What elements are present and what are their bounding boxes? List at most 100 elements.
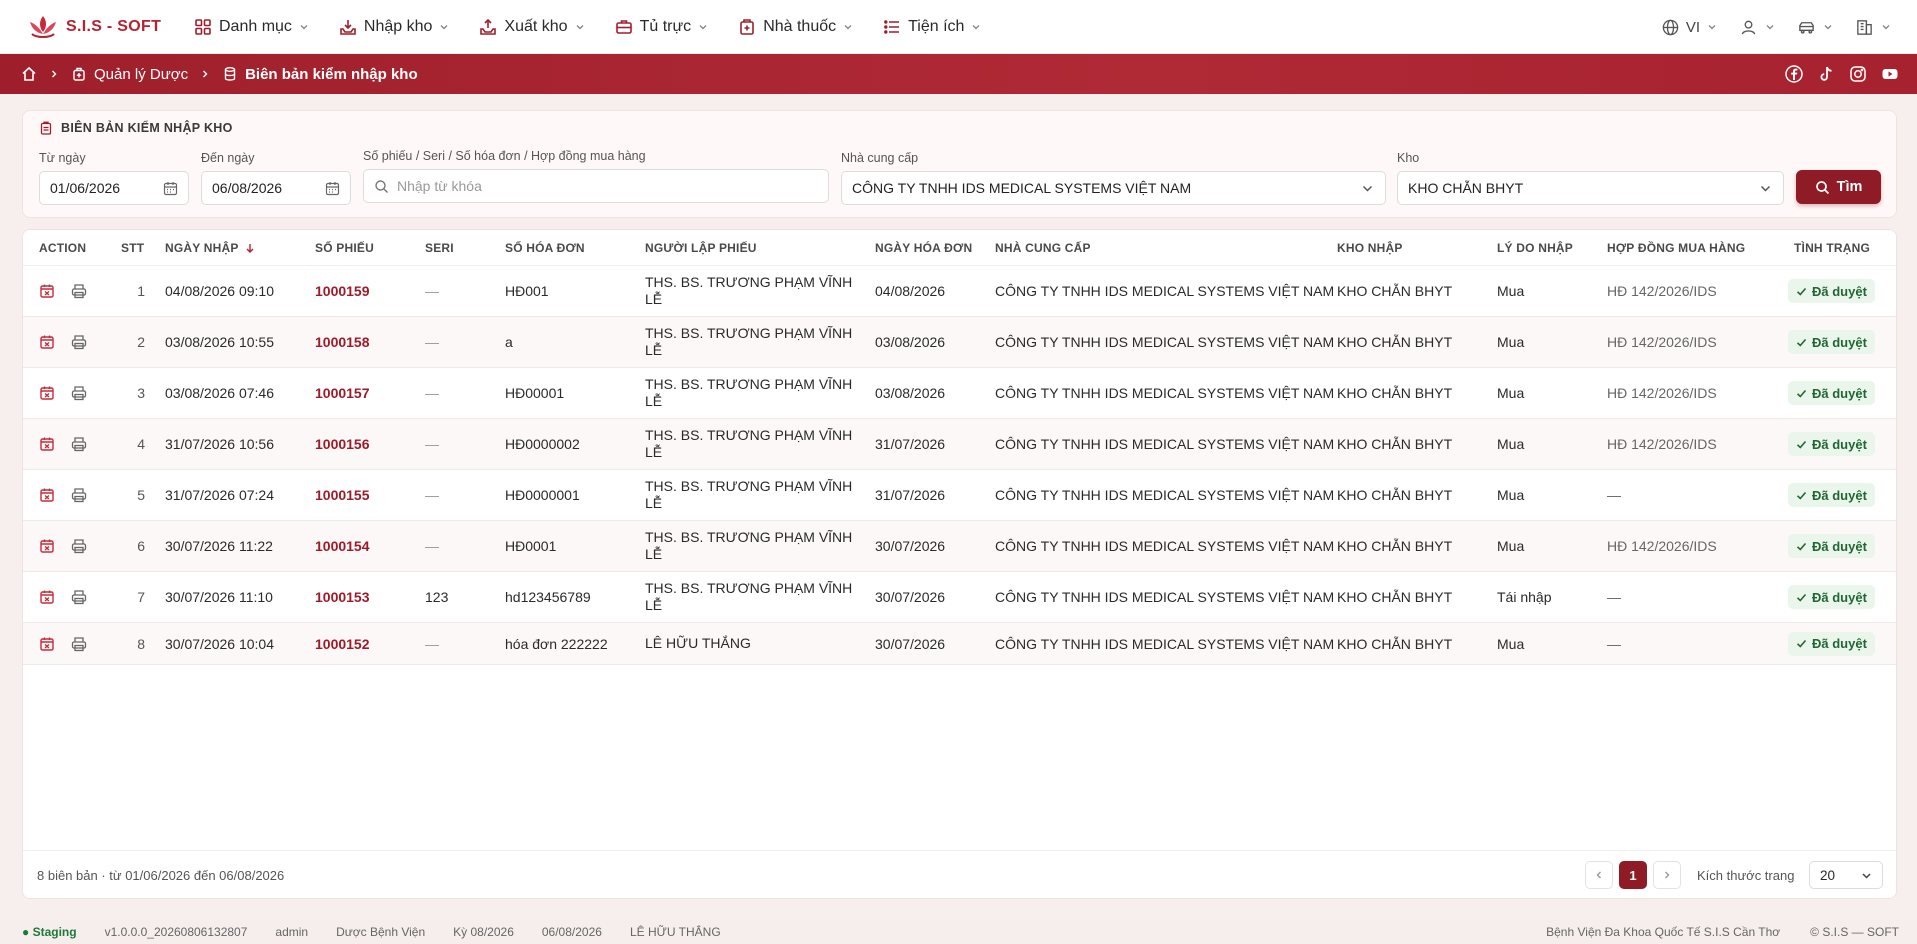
check-icon [1796, 389, 1807, 398]
menu-xuat-kho[interactable]: Xuất kho [479, 18, 584, 36]
chevron-down-icon [576, 24, 584, 29]
menu-tu-truc[interactable]: Tủ trực [615, 18, 709, 36]
page-button-current[interactable]: 1 [1619, 861, 1647, 889]
table-row[interactable]: 7 30/07/2026 11:10 1000153 123 hd1234567… [23, 572, 1896, 623]
user-menu[interactable] [1739, 18, 1775, 37]
row-invoice: hd123456789 [505, 589, 591, 605]
row-status: Đã duyệt [1788, 317, 1875, 367]
row-ticket-number[interactable]: 1000156 [315, 419, 370, 469]
building-icon [1857, 19, 1872, 35]
prev-page-button[interactable] [1585, 861, 1613, 889]
table-row[interactable]: 1 04/08/2026 09:10 1000159 — HĐ001 THS. … [23, 266, 1896, 317]
hospital-name: Bệnh Viện Đa Khoa Quốc Tế S.I.S Cần Thơ [1546, 925, 1781, 939]
table-row[interactable]: 8 30/07/2026 10:04 1000152 — hóa đơn 222… [23, 623, 1896, 665]
row-ticket-number[interactable]: 1000153 [315, 572, 370, 622]
delete-action[interactable] [39, 266, 55, 316]
row-invoice: HĐ001 [505, 283, 549, 299]
row-status: Đã duyệt [1788, 266, 1875, 316]
row-contract: HĐ 142/2026/IDS [1607, 334, 1717, 350]
print-action[interactable] [71, 266, 87, 316]
print-action[interactable] [71, 368, 87, 418]
table-row[interactable]: 5 31/07/2026 07:24 1000155 — HĐ0000001 T… [23, 470, 1896, 521]
delete-action[interactable] [39, 419, 55, 469]
lotus-logo-icon [30, 15, 56, 38]
warehouse-select[interactable]: KHO CHẴN BHYT [1397, 171, 1784, 205]
date-text: 06/08/2026 [541, 925, 602, 939]
app-logo[interactable]: S.I.S - SOFT [26, 12, 176, 42]
row-contract: HĐ 142/2026/IDS [1607, 538, 1717, 554]
row-seri: — [425, 436, 439, 452]
search-icon [1815, 180, 1829, 194]
hospital-menu[interactable] [1855, 18, 1891, 37]
menu-tien-ich[interactable]: Tiện ích [883, 18, 981, 36]
row-supplier: CÔNG TY TNHH IDS MEDICAL SYSTEMS VIỆT NA… [995, 436, 1335, 452]
table-row[interactable]: 6 30/07/2026 11:22 1000154 — HĐ0001 THS.… [23, 521, 1896, 572]
keyword-search-field[interactable] [363, 169, 829, 203]
print-action[interactable] [71, 419, 87, 469]
print-action[interactable] [71, 521, 87, 571]
menu-nha-thuoc[interactable]: Nhà thuốc [738, 18, 853, 36]
row-seri: — [425, 487, 439, 503]
status-badge: Đã duyệt [1788, 330, 1875, 354]
chevron-down-icon [1824, 25, 1832, 30]
col-date[interactable]: NGÀY NHẬP [165, 230, 255, 266]
status-badge: Đã duyệt [1788, 534, 1875, 558]
print-action[interactable] [71, 317, 87, 367]
row-warehouse: KHO CHẴN BHYT [1337, 635, 1453, 652]
delete-action[interactable] [39, 317, 55, 367]
youtube-icon[interactable] [1881, 65, 1899, 83]
menu-nhap-kho[interactable]: Nhập kho [339, 18, 450, 36]
table-row[interactable]: 3 03/08/2026 07:46 1000157 — HĐ00001 THS… [23, 368, 1896, 419]
print-action[interactable] [71, 470, 87, 520]
breadcrumb-home[interactable] [21, 66, 37, 82]
status-badge: Đã duyệt [1788, 585, 1875, 609]
menu-label: Nhà thuốc [763, 17, 837, 35]
breadcrumb-quan-ly-duoc[interactable]: Quản lý Dược [71, 66, 188, 83]
row-stt: 2 [137, 334, 145, 350]
printer-icon [71, 386, 87, 401]
delete-action[interactable] [39, 470, 55, 520]
row-reason: Mua [1497, 283, 1525, 299]
row-ticket-number[interactable]: 1000154 [315, 521, 370, 571]
service-menu[interactable] [1797, 18, 1833, 37]
from-date-picker[interactable]: 01/06/2026 [39, 171, 189, 205]
row-date: 30/07/2026 11:10 [165, 589, 273, 605]
print-action[interactable] [71, 623, 87, 664]
search-button[interactable]: Tìm [1796, 170, 1881, 204]
table-body: 1 04/08/2026 09:10 1000159 — HĐ001 THS. … [23, 266, 1896, 665]
check-icon [1796, 287, 1807, 296]
row-invoice-date: 04/08/2026 [875, 283, 946, 299]
row-ticket-number[interactable]: 1000157 [315, 368, 370, 418]
status-label: Đã duyệt [1812, 636, 1867, 651]
menu-danh-muc[interactable]: Danh mục [194, 18, 309, 36]
facebook-icon[interactable] [1785, 65, 1803, 83]
row-contract: — [1607, 487, 1621, 503]
row-ticket-number[interactable]: 1000155 [315, 470, 370, 520]
inbox-download-icon [340, 19, 356, 35]
printer-icon [71, 437, 87, 452]
table-row[interactable]: 2 03/08/2026 10:55 1000158 — a THS. BS. … [23, 317, 1896, 368]
row-supplier: CÔNG TY TNHH IDS MEDICAL SYSTEMS VIỆT NA… [995, 385, 1335, 401]
pharmacy-icon [740, 18, 754, 35]
row-ticket-number[interactable]: 1000159 [315, 266, 370, 316]
delete-action[interactable] [39, 572, 55, 622]
tiktok-icon[interactable] [1817, 65, 1835, 83]
keyword-input[interactable] [397, 178, 818, 194]
language-selector[interactable]: VI [1661, 18, 1717, 37]
supplier-select[interactable]: CÔNG TY TNHH IDS MEDICAL SYSTEMS VIỆT NA… [841, 171, 1386, 205]
to-date-picker[interactable]: 06/08/2026 [201, 171, 351, 205]
from-date-label: Từ ngày [39, 151, 86, 165]
next-page-button[interactable] [1653, 861, 1681, 889]
delete-action[interactable] [39, 521, 55, 571]
row-invoice-date: 31/07/2026 [875, 487, 946, 503]
col-contract: HỢP ĐỒNG MUA HÀNG [1607, 241, 1746, 255]
delete-action[interactable] [39, 623, 55, 664]
row-ticket-number[interactable]: 1000152 [315, 623, 370, 664]
row-reason: Mua [1497, 334, 1525, 350]
table-row[interactable]: 4 31/07/2026 10:56 1000156 — HĐ0000002 T… [23, 419, 1896, 470]
print-action[interactable] [71, 572, 87, 622]
row-ticket-number[interactable]: 1000158 [315, 317, 370, 367]
page-size-select[interactable]: 20 [1809, 861, 1883, 889]
instagram-icon[interactable] [1849, 65, 1867, 83]
delete-action[interactable] [39, 368, 55, 418]
